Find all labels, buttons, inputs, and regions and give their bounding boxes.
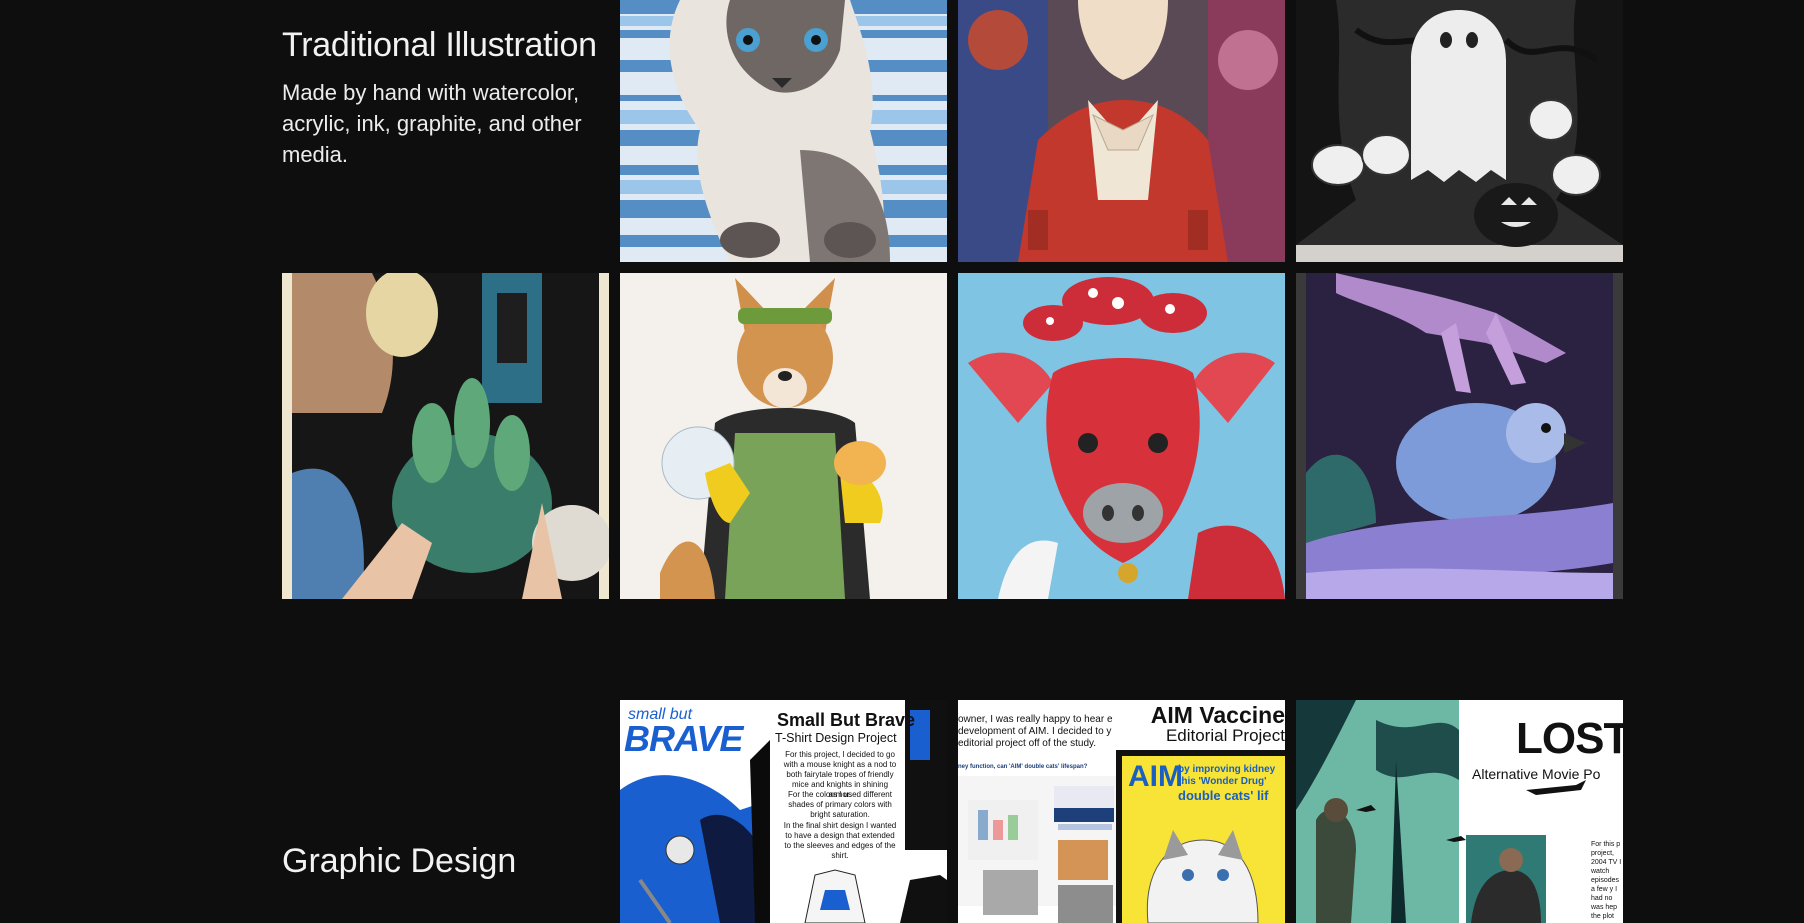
brave-poster-body-2: For the colors I used different shades o… (788, 790, 892, 819)
gallery-image-masked-figure-and-cacti[interactable] (282, 273, 609, 599)
mushroom-cow-illustration (958, 273, 1285, 599)
aim-poster-logo: AIM (1128, 760, 1183, 793)
aim-poster-small-heading: ney function, can 'AIM' double cats' lif… (958, 764, 1088, 770)
lost-poster-side-text: For this p project, 2004 TV I watch epis… (1591, 841, 1622, 920)
gallery-image-dingo-in-apron[interactable] (620, 273, 947, 599)
gallery-image-ghost-and-pumpkins[interactable] (1296, 0, 1623, 262)
aim-poster-cover-line-1: by improving kidney (1178, 764, 1276, 775)
ghost-and-pumpkins-illustration (1296, 0, 1623, 262)
siamese-cat-illustration (620, 0, 947, 262)
aim-poster-title: AIM Vaccine (1150, 702, 1285, 728)
parrot-and-hand-illustration (1296, 273, 1623, 599)
section-description-traditional-illustration: Made by hand with watercolor, acrylic, i… (282, 80, 582, 167)
brave-poster-body-3: In the final shirt design I wanted to ha… (783, 821, 897, 860)
aim-poster-intro: owner, I was really happy to hear e deve… (958, 714, 1113, 749)
aim-poster-cover-line-2: this 'Wonder Drug' (1178, 776, 1267, 787)
gallery-image-dog-in-red-coat[interactable] (958, 0, 1285, 262)
aim-poster-subtitle: Editorial Project (1165, 726, 1285, 745)
dog-in-red-coat-illustration (958, 0, 1285, 262)
section-title-graphic-design: Graphic Design (282, 842, 517, 880)
dingo-in-apron-illustration (620, 273, 947, 599)
aim-poster-cover-line-3: double cats' lif (1178, 788, 1269, 803)
section-title-traditional-illustration: Traditional Illustration (282, 26, 597, 64)
brave-logo-main: BRAVE (624, 718, 743, 759)
gallery-image-small-but-brave-poster[interactable]: small but BRAVE Small But Brave T-Shirt … (620, 700, 947, 923)
lost-poster-title: LOST (1516, 714, 1623, 763)
brave-poster-title: Small But Brave (777, 710, 916, 730)
masked-figure-and-cacti-illustration (282, 273, 609, 599)
brave-poster-subtitle: T-Shirt Design Project (775, 731, 897, 745)
gallery-image-siamese-cat[interactable] (620, 0, 947, 262)
gallery-image-aim-vaccine-poster[interactable]: AIM Vaccine Editorial Project owner, I w… (958, 700, 1285, 923)
lost-poster-subtitle: Alternative Movie Po (1472, 766, 1601, 782)
gallery-image-parrot-and-hand[interactable] (1296, 273, 1623, 599)
gallery-image-mushroom-cow[interactable] (958, 273, 1285, 599)
gallery-image-lost-movie-poster[interactable]: LOST Alternative Movie Po For this p pro… (1296, 700, 1623, 923)
